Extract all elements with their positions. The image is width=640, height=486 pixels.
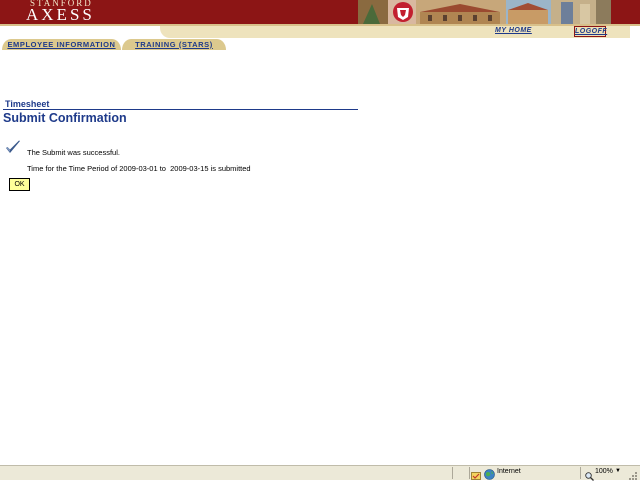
protected-mode-icon[interactable]: [471, 468, 481, 480]
checkmark-icon: [5, 140, 21, 155]
utility-nav-bar: [160, 26, 630, 38]
page-title: Submit Confirmation: [3, 111, 127, 125]
logoff-button[interactable]: LOGOFF: [574, 26, 607, 37]
time-period-message: Time for the Time Period of 2009-03-01 t…: [27, 164, 251, 173]
tab-training-stars[interactable]: TRAINING (STARS): [122, 39, 226, 50]
success-message: The Submit was successful.: [27, 148, 120, 157]
section-label: Timesheet: [5, 99, 50, 109]
security-zone-label[interactable]: Internet: [497, 468, 521, 475]
ok-button[interactable]: OK: [9, 178, 30, 191]
chevron-down-icon[interactable]: ▼: [615, 468, 621, 474]
status-divider: [580, 467, 581, 479]
tab-employee-information[interactable]: EMPLOYEE INFORMATION: [2, 39, 121, 50]
campus-photo-banner: [358, 0, 611, 24]
zoom-level[interactable]: 100%: [595, 468, 613, 475]
status-divider: [469, 467, 470, 479]
zoom-icon[interactable]: [585, 468, 594, 481]
browser-status-bar: Internet 100% ▼: [0, 465, 640, 481]
stanford-axess-logo[interactable]: STANFORD AXESS: [26, 0, 106, 24]
my-home-link[interactable]: MY HOME: [495, 27, 532, 34]
top-banner: STANFORD AXESS: [0, 0, 640, 24]
logo-line-axess: AXESS: [26, 5, 95, 24]
resize-grip-icon[interactable]: [628, 468, 638, 480]
security-slot: [453, 467, 469, 479]
section-divider: [3, 109, 358, 110]
globe-icon[interactable]: [484, 467, 495, 480]
